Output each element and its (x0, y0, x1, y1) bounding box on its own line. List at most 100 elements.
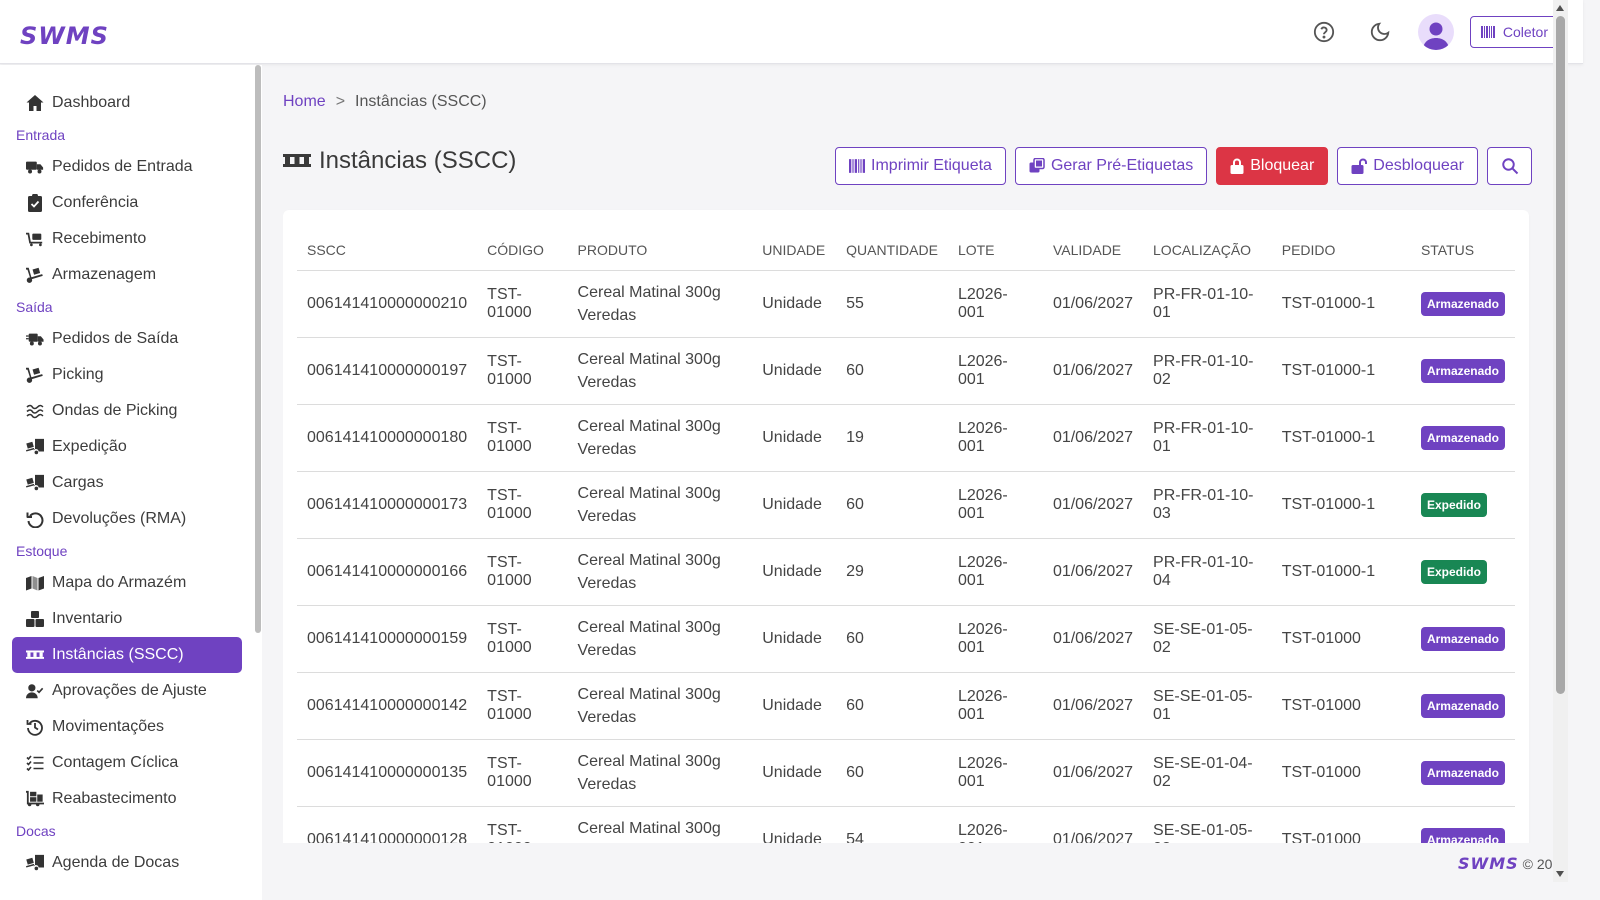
action-toolbar: Imprimir Etiqueta Gerar Pré-Etiquetas Bl… (835, 147, 1532, 185)
sidebar-item-picking[interactable]: Picking (12, 357, 242, 393)
sidebar-item-pedidos-de-saida[interactable]: Pedidos de Saída (12, 321, 242, 357)
sidebar-item-reabastecimento[interactable]: Reabastecimento (12, 781, 242, 817)
search-button[interactable] (1487, 147, 1532, 185)
produto-brand: Veredas (577, 306, 637, 324)
cell-quantidade: 60 (836, 672, 948, 740)
table-row[interactable]: 006141410000000128TST-01000Cereal Matina… (297, 806, 1515, 843)
cell-localizacao: PR-FR-01-10-01 (1143, 404, 1272, 472)
boxes-icon (26, 610, 44, 628)
app-logo[interactable]: SWMS (20, 22, 109, 50)
cell-status: Armazenado (1410, 337, 1515, 405)
sidebar-item-recebimento[interactable]: Recebimento (12, 221, 242, 257)
window-scrollbar[interactable] (1553, 0, 1568, 882)
user-avatar[interactable] (1417, 14, 1454, 50)
user-icon (1422, 22, 1449, 50)
footer: SWMS © 2026 (262, 843, 1583, 882)
column-header-lote[interactable]: Lote (947, 230, 1043, 271)
table-row[interactable]: 006141410000000135 TST-01000 Cereal Matina… (297, 739, 1515, 807)
cell-unidade: Unidade (752, 739, 837, 807)
cell-codigo: TST-01000 (477, 739, 568, 807)
sidebar-item-armazenagem[interactable]: Armazenagem (12, 257, 242, 293)
sidebar-item-devolucoes-rma[interactable]: Devoluções (RMA) (12, 501, 242, 537)
produto-name: Cereal Matinal 300g (577, 417, 721, 435)
produto-name: Cereal Matinal 300g (577, 685, 721, 703)
table-row[interactable]: 006141410000000166 TST-01000 Cereal Matina… (297, 538, 1515, 606)
print-label-button[interactable]: Imprimir Etiqueta (835, 147, 1006, 185)
cell-status: Armazenado (1410, 672, 1515, 740)
sidebar-item-movimentacoes[interactable]: Movimentações (12, 709, 242, 745)
column-header-validade[interactable]: Validade (1042, 230, 1144, 271)
moon-icon (1370, 22, 1390, 42)
sidebar-item-ondas-de-picking[interactable]: Ondas de Picking (12, 393, 242, 429)
coletor-button[interactable]: Coletor (1469, 16, 1559, 48)
table-row[interactable]: 006141410000000142 TST-01000 Cereal Matina… (297, 672, 1515, 740)
column-header-quantidade[interactable]: Quantidade (836, 230, 948, 271)
cell-validade: 01/06/2027 (1042, 404, 1144, 472)
search-icon (1501, 158, 1518, 175)
sidebar-item-label: Devoluções (RMA) (52, 510, 187, 527)
sidebar-item-contagem-ciclica[interactable]: Contagem Cíclica (12, 745, 242, 781)
column-header-localizacao[interactable]: Localização (1143, 230, 1272, 271)
sidebar-item-label: Picking (52, 366, 104, 383)
dolly-flatbed-icon (26, 790, 44, 808)
cell-quantidade: 60 (836, 739, 948, 807)
sidebar-item-label: Conferência (52, 194, 139, 211)
theme-toggle-button[interactable] (1362, 14, 1398, 50)
cell-produto: Cereal Matinal 300g Veredas (567, 471, 753, 539)
cell-lote: L2026-001 (947, 471, 1043, 539)
sidebar-section-estoque: Estoque (16, 543, 68, 559)
scroll-down-arrow-icon[interactable] (1556, 871, 1564, 877)
sidebar-item-label: Cargas (52, 474, 104, 491)
column-header-pedido[interactable]: Pedido (1271, 230, 1411, 271)
sidebar-item-pedidos-de-entrada[interactable]: Pedidos de Entrada (12, 149, 242, 185)
generate-pre-labels-button[interactable]: Gerar Pré-Etiquetas (1014, 147, 1208, 185)
sidebar-item-label: Expedição (52, 438, 127, 455)
column-header-sscc[interactable]: SSCC (297, 230, 478, 271)
sidebar-item-label: Dashboard (52, 94, 131, 111)
sidebar-item-expedicao[interactable]: Expedição (12, 429, 242, 465)
barcode-icon (849, 159, 866, 173)
help-button[interactable] (1306, 14, 1342, 50)
cell-localizacao: PR-FR-01-10-03 (1143, 471, 1272, 539)
cell-quantidade: 19 (836, 404, 948, 472)
sidebar-item-conferencia[interactable]: Conferência (12, 185, 242, 221)
coletor-label: Coletor (1502, 24, 1548, 40)
cell-sscc: 006141410000000173 (297, 471, 478, 539)
column-header-codigo[interactable]: Código (477, 230, 568, 271)
cell-unidade: Unidade (752, 806, 837, 843)
table-row[interactable]: 006141410000000180 TST-01000 Cereal Matina… (297, 404, 1515, 472)
column-header-produto[interactable]: Produto (567, 230, 753, 271)
table-row[interactable]: 006141410000000210 TST-01000 Cereal Matina… (297, 270, 1515, 338)
status-badge: Armazenado (1420, 760, 1505, 785)
sidebar-item-mapa-do-armazem[interactable]: Mapa do Armazém (12, 565, 242, 601)
cell-quantidade: 54 (836, 806, 948, 843)
cell-localizacao: PR-FR-01-10-02 (1143, 337, 1272, 405)
block-button[interactable]: Bloquear (1216, 147, 1329, 185)
cell-pedido: TST-01000 (1271, 739, 1411, 807)
unblock-button[interactable]: Desbloquear (1337, 147, 1478, 185)
breadcrumb-home-link[interactable]: Home (283, 93, 326, 110)
cell-lote: L2026-001 (947, 672, 1043, 740)
table-row[interactable]: 006141410000000159 TST-01000 Cereal Matina… (297, 605, 1515, 673)
scrollbar-thumb[interactable] (1556, 16, 1565, 694)
sidebar-item-aprovacoes-de-ajuste[interactable]: Aprovações de Ajuste (12, 673, 242, 709)
cell-pedido: TST-01000 (1271, 672, 1411, 740)
sidebar-item-inventario[interactable]: Inventario (12, 601, 242, 637)
sidebar-item-dashboard[interactable]: Dashboard (12, 85, 242, 121)
table-row[interactable]: 006141410000000197 TST-01000 Cereal Matina… (297, 337, 1515, 405)
sidebar-item-cargas[interactable]: Cargas (12, 465, 242, 501)
cell-lote: L2026-001 (947, 270, 1043, 338)
cell-validade: 01/06/2027 (1042, 605, 1144, 673)
scroll-up-arrow-icon[interactable] (1556, 5, 1564, 11)
history-icon (26, 718, 44, 736)
sidebar-item-agenda-de-docas[interactable]: Agenda de Docas (12, 845, 242, 881)
status-badge: Armazenado (1420, 693, 1505, 718)
table-row[interactable]: 006141410000000173 TST-01000 Cereal Matina… (297, 471, 1515, 539)
sidebar-item-instancias-sscc[interactable]: Instâncias (SSCC) (12, 637, 242, 673)
truck-ramp-icon (26, 474, 44, 492)
column-header-status[interactable]: Status (1410, 230, 1515, 271)
cell-lote: L2026-001 (947, 739, 1043, 807)
column-header-unidade[interactable]: Unidade (752, 230, 837, 271)
produto-name: Cereal Matinal 300g (577, 618, 721, 636)
sidebar-scrollbar[interactable] (255, 65, 261, 633)
